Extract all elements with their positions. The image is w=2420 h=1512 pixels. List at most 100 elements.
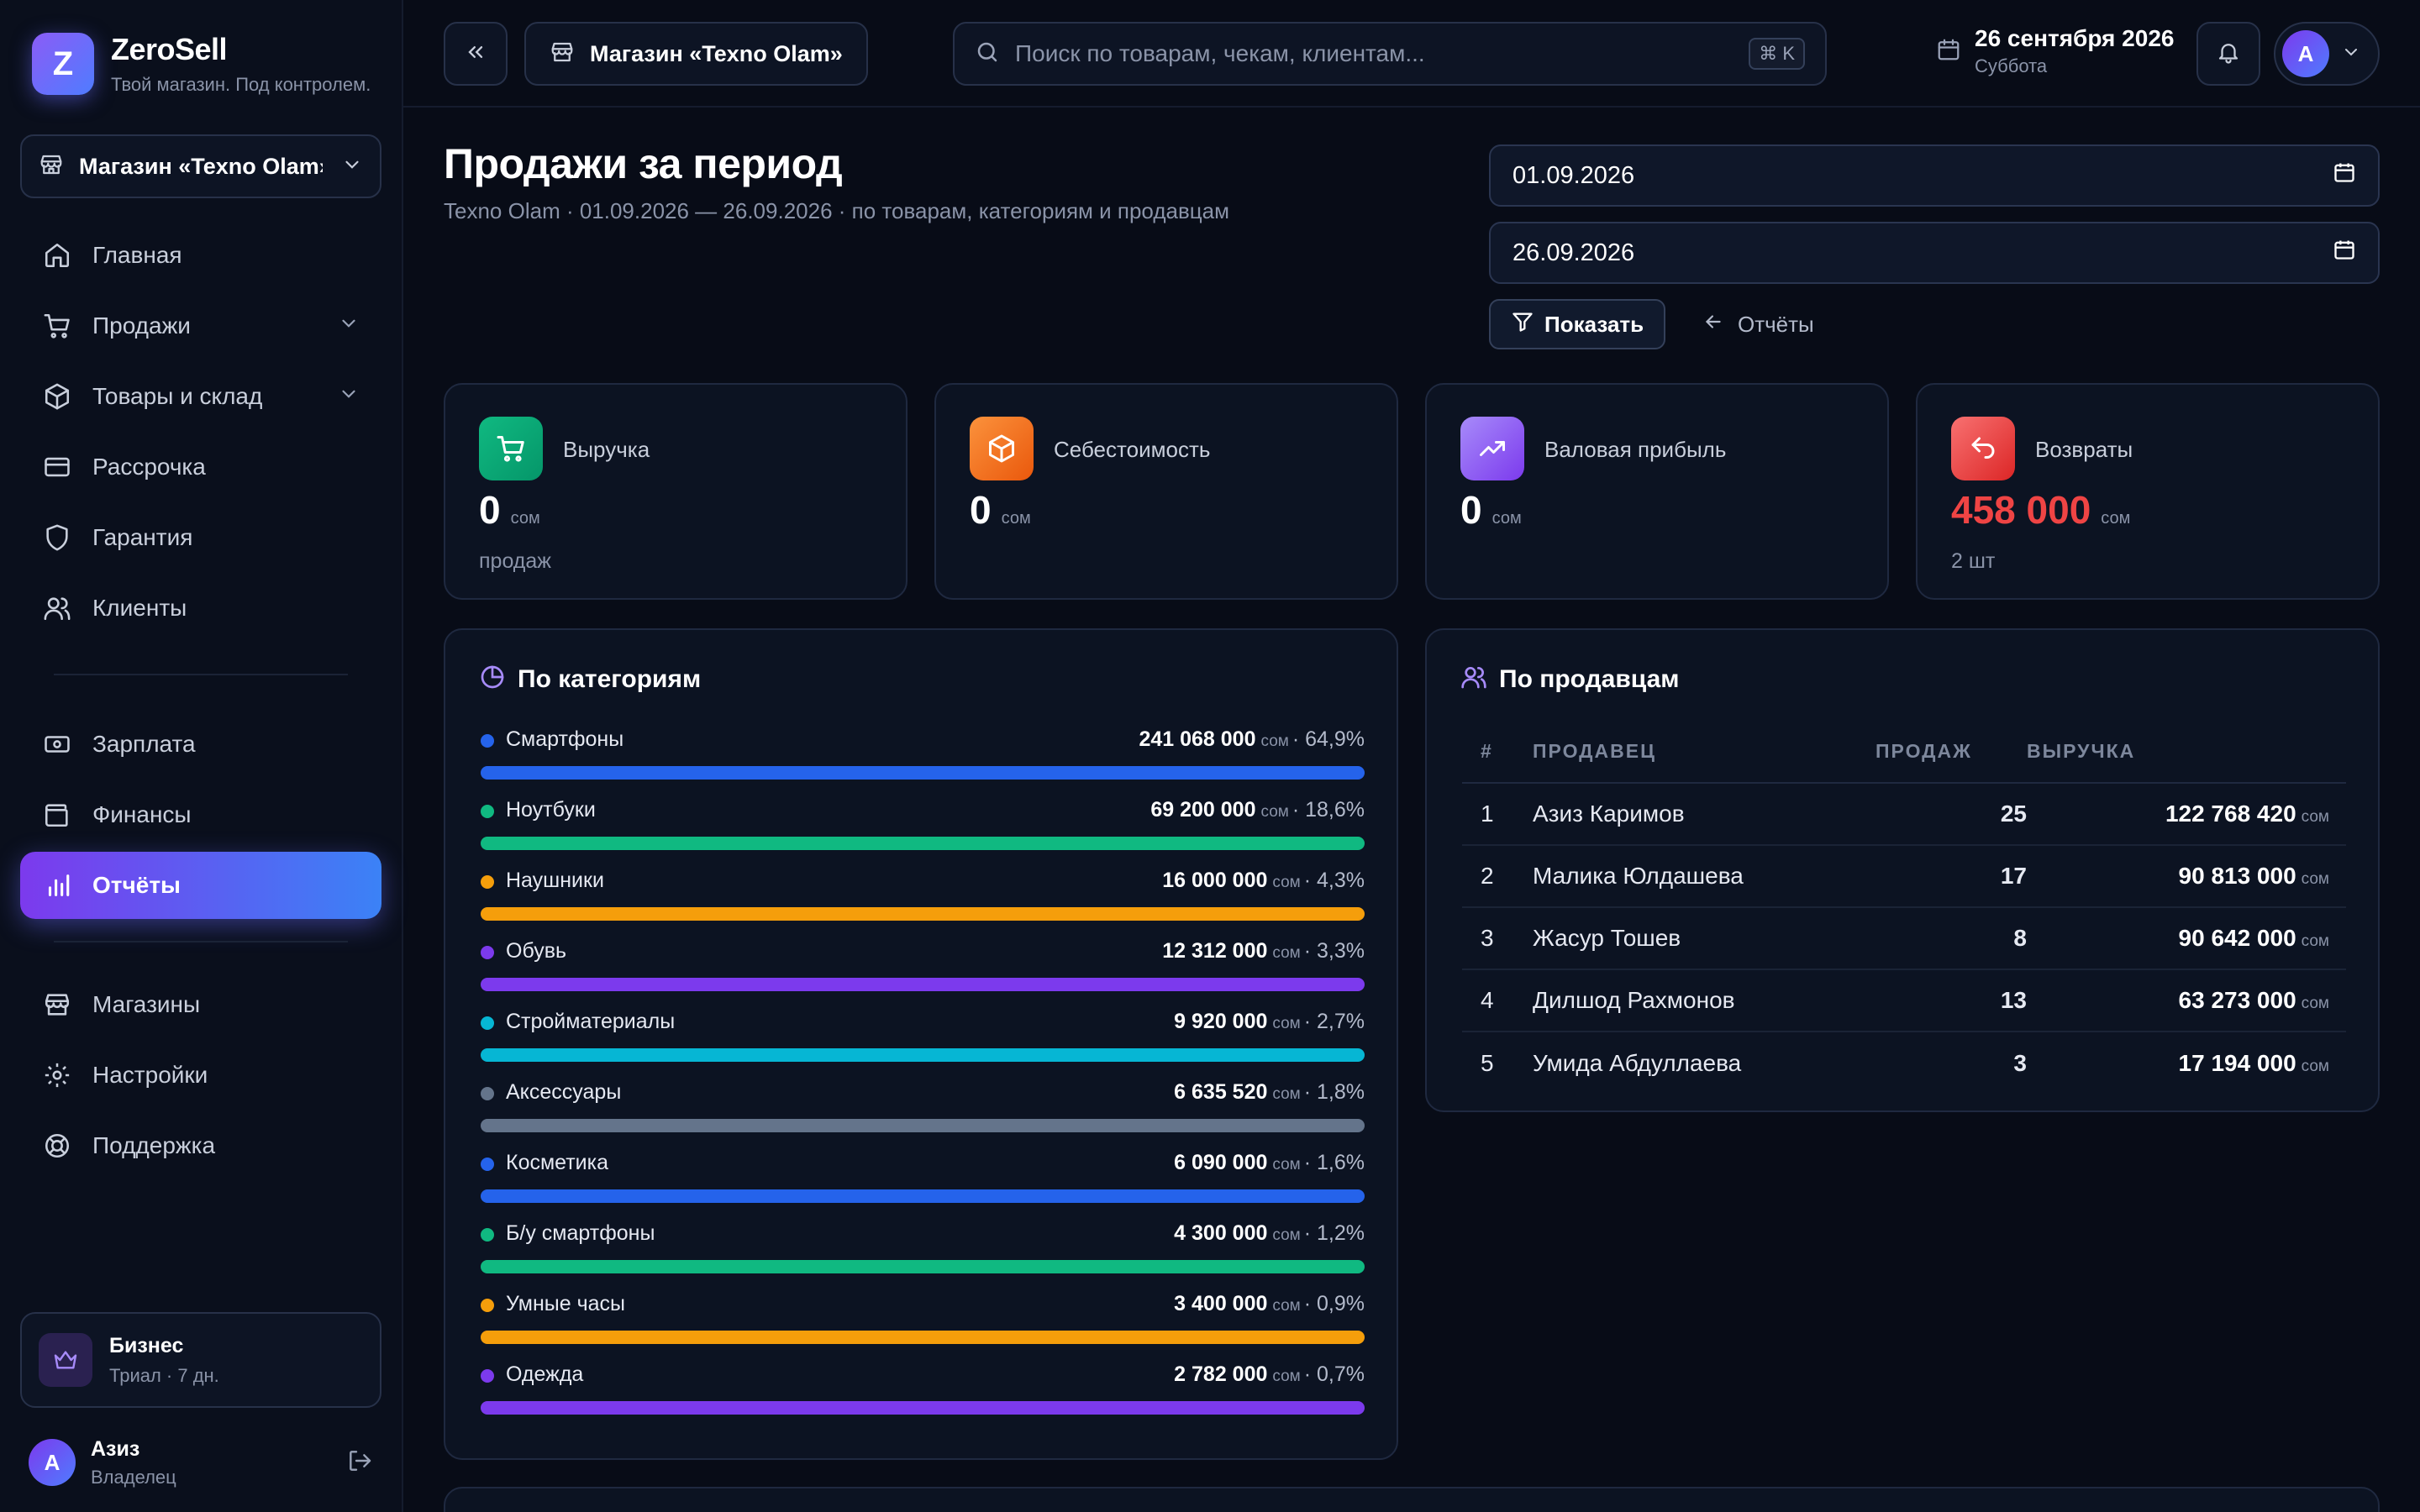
- show-button[interactable]: Показать: [1489, 299, 1666, 349]
- page-subtitle: Texno Olam · 01.09.2026 — 26.09.2026 · п…: [444, 198, 1229, 223]
- store-switcher-label: Магазин «Texno Olam»: [590, 40, 843, 66]
- category-name: Косметика: [506, 1151, 609, 1174]
- table-row[interactable]: 3 Жасур Тошев 8 90 642 000 сом: [1462, 907, 2346, 970]
- seller-revenue-unit: сом: [2301, 870, 2329, 888]
- category-row[interactable]: Стройматериалы 9 920 000 сом · 2,7%: [481, 1006, 1365, 1077]
- seller-rank: 1: [1462, 783, 1533, 846]
- category-row[interactable]: Умные часы 3 400 000 сом · 0,9%: [481, 1289, 1365, 1359]
- category-row[interactable]: Ноутбуки 69 200 000 сом · 18,6%: [481, 795, 1365, 865]
- arrow-left-icon: [1702, 311, 1724, 339]
- calendar-icon[interactable]: [2333, 160, 2356, 191]
- logout-icon[interactable]: [346, 1447, 373, 1478]
- table-row[interactable]: 5 Умида Абдуллаева 3 17 194 000 сом: [1462, 1032, 2346, 1094]
- plan-title: Бизнес: [109, 1333, 184, 1357]
- kpi-foot: продаж: [479, 549, 552, 573]
- category-row[interactable]: Смартфоны 241 068 000 сом · 64,9%: [481, 724, 1365, 795]
- bar-chart-icon: [42, 870, 72, 900]
- sidebar-item-products[interactable]: Товары и склад: [20, 363, 381, 430]
- chevron-down-icon: [338, 312, 360, 340]
- date-to-input[interactable]: 26.09.2026: [1489, 222, 2380, 284]
- table-row[interactable]: 4 Дилшод Рахмонов 13 63 273 000 сом: [1462, 969, 2346, 1032]
- category-bar: [481, 907, 1365, 921]
- kpi-card-returns: Возвраты 458 000 сом 2 шт: [1916, 383, 2380, 600]
- bell-icon: [2216, 39, 2241, 69]
- sellers-title: По продавцам: [1499, 664, 1680, 693]
- profile-menu-button[interactable]: A: [2274, 22, 2380, 86]
- category-dot: [481, 1299, 494, 1312]
- collapse-sidebar-button[interactable]: [444, 22, 508, 86]
- calendar-icon[interactable]: [2333, 238, 2356, 268]
- category-value: 3 400 000 сом · 0,9%: [1174, 1292, 1365, 1315]
- category-row[interactable]: Наушники 16 000 000 сом · 4,3%: [481, 865, 1365, 936]
- box-icon: [42, 381, 72, 412]
- column-header[interactable]: ПРОДАВЕЦ: [1533, 721, 1876, 784]
- category-bar: [481, 978, 1365, 991]
- avatar[interactable]: A: [29, 1439, 76, 1486]
- category-bar: [481, 1189, 1365, 1203]
- seller-revenue-cell: 122 768 420 сом: [2027, 783, 2346, 846]
- sidebar-item-support[interactable]: Поддержка: [20, 1112, 381, 1179]
- category-row[interactable]: Обувь 12 312 000 сом · 3,3%: [481, 936, 1365, 1006]
- app: Z ZeroSell Твой магазин. Под контролем. …: [0, 0, 2420, 1512]
- sidebar-item-stores[interactable]: Магазины: [20, 971, 381, 1038]
- sidebar-item-sales[interactable]: Продажи: [20, 292, 381, 360]
- search-input[interactable]: Поиск по товарам, чекам, клиентам... ⌘ K: [953, 22, 1827, 86]
- seller-name: Жасур Тошев: [1533, 907, 1876, 970]
- category-share: 0,7%: [1317, 1362, 1365, 1386]
- store-selector[interactable]: Магазин «Texno Olam»: [20, 134, 381, 198]
- package-icon: [970, 417, 1034, 480]
- sidebar-item-label: Гарантия: [92, 524, 193, 550]
- kpi-label: Возвраты: [2035, 437, 2133, 462]
- column-header[interactable]: ПРОДАЖ: [1876, 721, 2027, 784]
- category-unit: сом: [1272, 1156, 1301, 1173]
- category-bar: [481, 766, 1365, 780]
- category-row[interactable]: Б/у смартфоны 4 300 000 сом · 1,2%: [481, 1218, 1365, 1289]
- store-switcher-button[interactable]: Магазин «Texno Olam»: [524, 22, 868, 86]
- category-bar: [481, 1401, 1365, 1415]
- undo-icon: [1951, 417, 2015, 480]
- category-value: 16 000 000 сом · 4,3%: [1162, 869, 1365, 892]
- category-share: 1,6%: [1317, 1151, 1365, 1174]
- sidebar-item-installments[interactable]: Рассрочка: [20, 433, 381, 501]
- sidebar-item-label: Товары и склад: [92, 383, 263, 409]
- category-bar: [481, 1260, 1365, 1273]
- category-name: Ноутбуки: [506, 798, 596, 822]
- store-selector-label: Магазин «Texno Olam»: [79, 153, 323, 179]
- category-unit: сом: [1260, 732, 1289, 750]
- sidebar-item-salary[interactable]: Зарплата: [20, 711, 381, 778]
- calendar-icon: [1936, 37, 1961, 66]
- category-value: 9 920 000 сом · 2,7%: [1174, 1010, 1365, 1033]
- table-row[interactable]: 2 Малика Юлдашева 17 90 813 000 сом: [1462, 845, 2346, 908]
- category-dot: [481, 805, 494, 818]
- category-unit: сом: [1272, 1297, 1301, 1315]
- seller-revenue-cell: 90 813 000 сом: [2027, 845, 2346, 908]
- sidebar-item-warranty[interactable]: Гарантия: [20, 504, 381, 571]
- category-name: Наушники: [506, 869, 604, 892]
- back-to-reports-link[interactable]: Отчёты: [1702, 299, 1814, 349]
- sidebar-item-settings[interactable]: Настройки: [20, 1042, 381, 1109]
- category-name: Б/у смартфоны: [506, 1221, 655, 1245]
- kpi-label: Выручка: [563, 437, 650, 462]
- cart-icon: [42, 311, 72, 341]
- search-shortcut: ⌘ K: [1749, 38, 1805, 70]
- date-from-input[interactable]: 01.09.2026: [1489, 144, 2380, 207]
- plan-card[interactable]: Бизнес Триал · 7 дн.: [20, 1312, 381, 1408]
- table-row[interactable]: 1 Азиз Каримов 25 122 768 420 сом: [1462, 783, 2346, 846]
- category-row[interactable]: Одежда 2 782 000 сом · 0,7%: [481, 1359, 1365, 1430]
- sidebar-item-label: Настройки: [92, 1062, 208, 1088]
- sidebar-item-clients[interactable]: Клиенты: [20, 575, 381, 642]
- seller-rank: 2: [1462, 845, 1533, 908]
- notifications-button[interactable]: [2196, 22, 2260, 86]
- column-header[interactable]: #: [1462, 721, 1533, 784]
- category-row[interactable]: Косметика 6 090 000 сом · 1,6%: [481, 1147, 1365, 1218]
- sidebar-item-label: Главная: [92, 242, 182, 268]
- sidebar-item-home[interactable]: Главная: [20, 222, 381, 289]
- category-share: 2,7%: [1317, 1010, 1365, 1033]
- sidebar-item-finance[interactable]: Финансы: [20, 781, 381, 848]
- sidebar-item-reports[interactable]: Отчёты: [20, 852, 381, 919]
- brand[interactable]: Z ZeroSell Твой магазин. Под контролем.: [32, 32, 371, 96]
- column-header[interactable]: ВЫРУЧКА: [2027, 721, 2346, 784]
- chevron-down-icon: [338, 383, 360, 411]
- category-row[interactable]: Аксессуары 6 635 520 сом · 1,8%: [481, 1077, 1365, 1147]
- sidebar-item-label: Зарплата: [92, 731, 196, 757]
